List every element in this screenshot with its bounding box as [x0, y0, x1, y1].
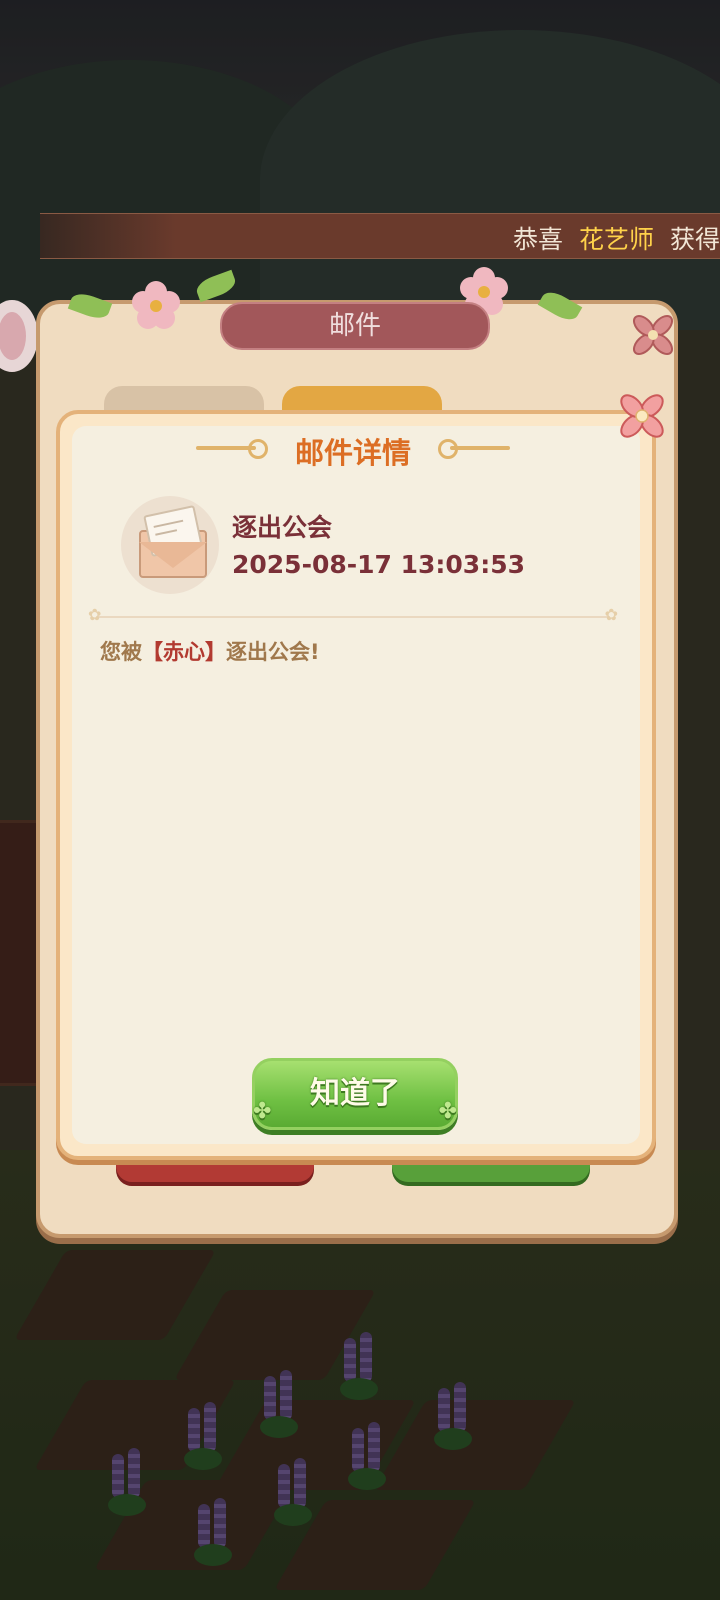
close-icon[interactable] [628, 310, 678, 360]
mail-timestamp: 2025-08-17 13:03:53 [232, 550, 525, 579]
flower-icon [0, 312, 26, 360]
announcement-prefix: 恭喜 [513, 225, 564, 254]
envelope-flap [139, 542, 207, 568]
close-flower-icon[interactable] [616, 390, 668, 442]
content-divider [88, 605, 618, 624]
mail-subject: 逐出公会 [232, 513, 333, 542]
announcement-text: 恭喜 花艺师 获得 [513, 220, 720, 256]
guild-name: 【赤心】 [142, 640, 226, 664]
confirm-button[interactable]: 知道了 [252, 1058, 458, 1145]
mail-body-prefix: 您被 [100, 640, 142, 664]
confirm-button-label: 知道了 [310, 1076, 400, 1111]
mail-body-suffix: 逐出公会! [226, 640, 320, 664]
flower-decoration [132, 281, 180, 329]
announcement-player-name: 花艺师 [579, 225, 655, 254]
dialog-title: 邮件详情 [294, 436, 411, 470]
mail-window-title: 邮件 [220, 302, 490, 350]
announcement-marquee: 恭喜 花艺师 获得 [40, 213, 720, 259]
envelope-icon [121, 496, 219, 594]
mail-body-text: 您被【赤心】逐出公会! [100, 636, 320, 666]
announcement-suffix: 获得 [669, 225, 720, 254]
